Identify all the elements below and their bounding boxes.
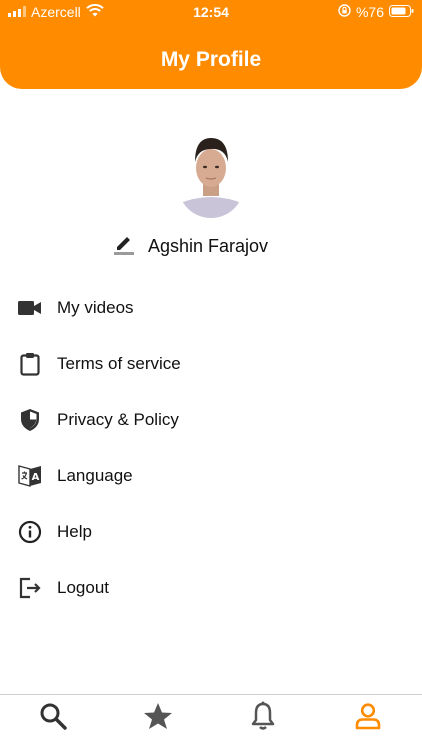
battery-percent: %76 — [355, 4, 384, 20]
menu-item-help[interactable]: Help — [0, 504, 422, 560]
page-title: My Profile — [160, 48, 262, 71]
menu-label: Language — [57, 466, 133, 485]
status-bar: Azercell 12:54 %76 — [0, 0, 422, 24]
tab-notifications[interactable] — [248, 701, 278, 736]
menu-label: Terms of service — [57, 354, 181, 373]
edit-pencil-icon[interactable] — [113, 233, 135, 260]
bottom-tab-bar — [0, 694, 422, 750]
clipboard-icon — [17, 351, 43, 377]
menu-item-terms-of-service[interactable]: Terms of service — [0, 336, 422, 392]
tab-favorites[interactable] — [143, 702, 173, 735]
star-icon — [143, 702, 173, 735]
menu-label: Help — [57, 522, 92, 541]
info-icon — [17, 519, 43, 545]
user-icon — [354, 702, 382, 735]
profile-name-row: Agshin Farajov — [113, 232, 268, 260]
menu-label: Logout — [57, 578, 109, 597]
menu-item-my-videos[interactable]: My videos — [0, 280, 422, 336]
menu-label: Privacy & Policy — [57, 410, 179, 429]
menu-item-logout[interactable]: Logout — [0, 560, 422, 616]
profile-name: Agshin Farajov — [148, 235, 269, 256]
tab-profile[interactable] — [353, 702, 383, 735]
menu-item-privacy-policy[interactable]: Privacy & Policy — [0, 392, 422, 448]
header-bar: Azercell 12:54 %76 My Profile — [0, 0, 422, 89]
svg-text:A: A — [32, 472, 40, 483]
video-camera-icon — [17, 295, 43, 321]
logout-icon — [17, 575, 43, 601]
tab-search[interactable] — [38, 703, 68, 733]
bell-icon — [250, 701, 276, 736]
avatar[interactable] — [178, 132, 244, 218]
translate-icon: A — [17, 463, 43, 489]
menu-label: My videos — [57, 298, 134, 317]
search-icon — [39, 702, 67, 735]
menu-item-language[interactable]: A Language — [0, 448, 422, 504]
shield-icon — [17, 407, 43, 433]
battery-icon — [389, 4, 414, 20]
orientation-lock-icon — [338, 4, 351, 20]
